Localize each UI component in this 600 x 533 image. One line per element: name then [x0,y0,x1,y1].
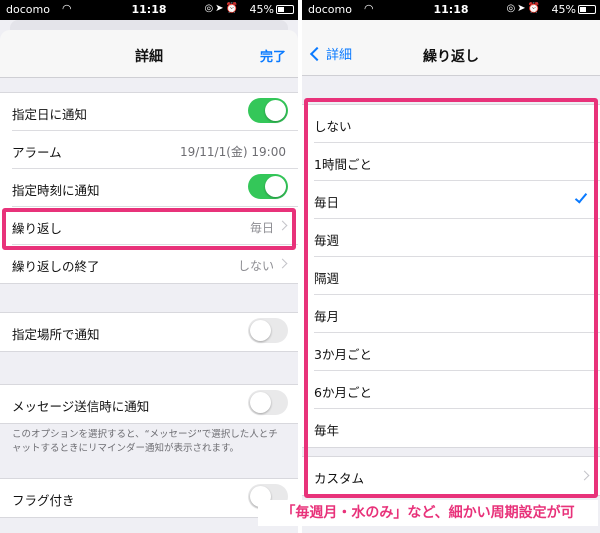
row-message-notify: メッセージ送信時に通知 [12,385,298,423]
status-icons: ◎➤⏰ [204,3,240,14]
page-title: 繰り返し [423,49,479,65]
row-label: フラグ付き [12,493,75,508]
battery-icon [578,5,596,14]
notification-group: 指定日に通知 アラーム 19/11/1(金) 19:00 指定時刻に通知 繰り返… [0,92,298,284]
repeat-end-value: しない [237,259,274,273]
caption-text: 「毎週月・水のみ」など、細かい周期設定が可 [258,500,598,526]
message-group: メッセージ送信時に通知 [0,384,298,424]
repeat-screen: docomo ◠ 11:18 ◎➤⏰ 45% 詳細 繰り返し しない 1時間ごと… [302,0,600,533]
battery-icon [276,5,294,14]
navigation-bar: 詳細 繰り返し [302,20,600,76]
details-screen: docomo ◠ 11:18 ◎➤⏰ 45% 詳細 完了 指定日に通知 アラーム… [0,0,298,533]
row-location-notify: 指定場所で通知 [12,313,298,351]
row-date-notify: 指定日に通知 [12,93,298,131]
chevron-right-icon [277,258,288,269]
status-bar: docomo ◠ 11:18 ◎➤⏰ 45% [302,0,600,20]
battery-percent: 45% [249,3,274,16]
message-notify-toggle[interactable] [248,390,288,415]
navigation-bar: 詳細 完了 [0,30,298,78]
status-bar: docomo ◠ 11:18 ◎➤⏰ 45% [0,0,298,20]
options-highlight [304,98,598,498]
location-group: 指定場所で通知 [0,312,298,352]
battery-percent: 45% [551,3,576,16]
row-label: 指定場所で通知 [12,327,100,342]
row-label: 繰り返しの終了 [12,259,100,274]
repeat-highlight [2,208,296,250]
row-label: メッセージ送信時に通知 [12,399,150,414]
row-alarm[interactable]: アラーム 19/11/1(金) 19:00 [12,131,298,169]
row-flagged: フラグ付き [12,479,298,517]
row-repeat-end[interactable]: 繰り返しの終了 しない [12,245,298,283]
message-note: このオプションを選択すると、“メッセージ”で選択した人とチャットするときにリマイ… [12,429,278,454]
row-label: 指定日に通知 [12,107,88,122]
status-icons: ◎➤⏰ [506,3,542,14]
time-notify-toggle[interactable] [248,174,288,199]
alarm-value: 19/11/1(金) 19:00 [179,145,286,159]
done-button[interactable]: 完了 [260,46,286,65]
row-label: アラーム [12,145,62,160]
row-label: 指定時刻に通知 [12,183,100,198]
date-notify-toggle[interactable] [248,98,288,123]
location-notify-toggle[interactable] [248,318,288,343]
page-title: 詳細 [135,49,163,65]
flag-group: フラグ付き [0,478,298,518]
row-time-notify: 指定時刻に通知 [12,169,298,207]
